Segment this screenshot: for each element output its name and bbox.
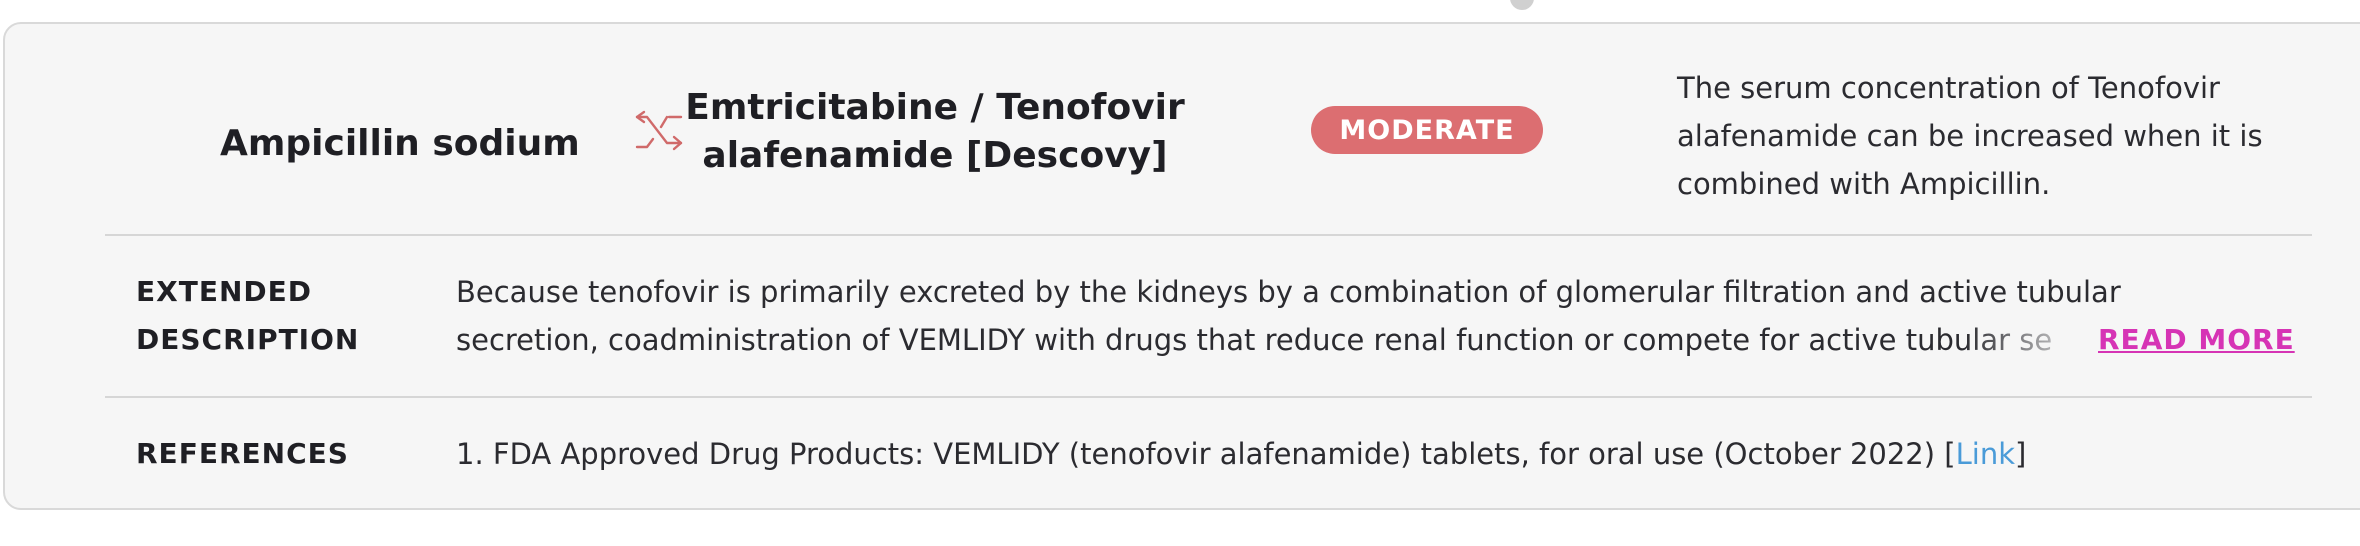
extended-description-text: Because tenofovir is primarily excreted … — [456, 268, 2286, 364]
extended-description-label: EXTENDED DESCRIPTION — [136, 268, 386, 364]
section-divider — [105, 396, 2312, 398]
partial-circle-decoration — [1510, 0, 1534, 10]
reference-item: 1. FDA Approved Drug Products: VEMLIDY (… — [456, 430, 2026, 478]
extended-label-line1: EXTENDED — [136, 275, 312, 308]
interaction-card: Ampicillin sodium Emtricitabine / Tenofo… — [3, 22, 2360, 510]
reference-link[interactable]: Link — [1956, 437, 2015, 471]
extended-text-line1: Because tenofovir is primarily excreted … — [456, 275, 2121, 309]
interaction-summary: The serum concentration of Tenofovir ala… — [1677, 64, 2317, 208]
swap-arrows-icon — [635, 110, 683, 151]
drug-b-name-line2: alafenamide [Descovy] — [702, 135, 1168, 176]
reference-link-close-bracket: ] — [2015, 437, 2027, 471]
extended-label-line2: DESCRIPTION — [136, 323, 360, 356]
section-divider — [105, 234, 2312, 236]
extended-text-line2: secretion, coadministration of VEMLIDY w… — [456, 323, 2053, 357]
summary-line: The serum concentration of Tenofovir — [1677, 71, 2220, 105]
read-more-link[interactable]: READ MORE — [2098, 316, 2295, 364]
page: Ampicillin sodium Emtricitabine / Tenofo… — [0, 0, 2360, 546]
drug-a-name: Ampicillin sodium — [220, 123, 580, 164]
severity-badge: MODERATE — [1311, 106, 1543, 154]
drug-b-name-line1: Emtricitabine / Tenofovir — [685, 87, 1185, 128]
interaction-header: Ampicillin sodium Emtricitabine / Tenofo… — [5, 24, 2305, 234]
reference-link-open-bracket: [ — [1944, 437, 1956, 471]
references-label: REFERENCES — [136, 437, 349, 470]
summary-line: alafenamide can be increased when it is — [1677, 119, 2263, 153]
drug-b-name: Emtricitabine / Tenofovir alafenamide [D… — [685, 84, 1185, 180]
summary-line: combined with Ampicillin. — [1677, 167, 2051, 201]
reference-text: 1. FDA Approved Drug Products: VEMLIDY (… — [456, 437, 1936, 471]
